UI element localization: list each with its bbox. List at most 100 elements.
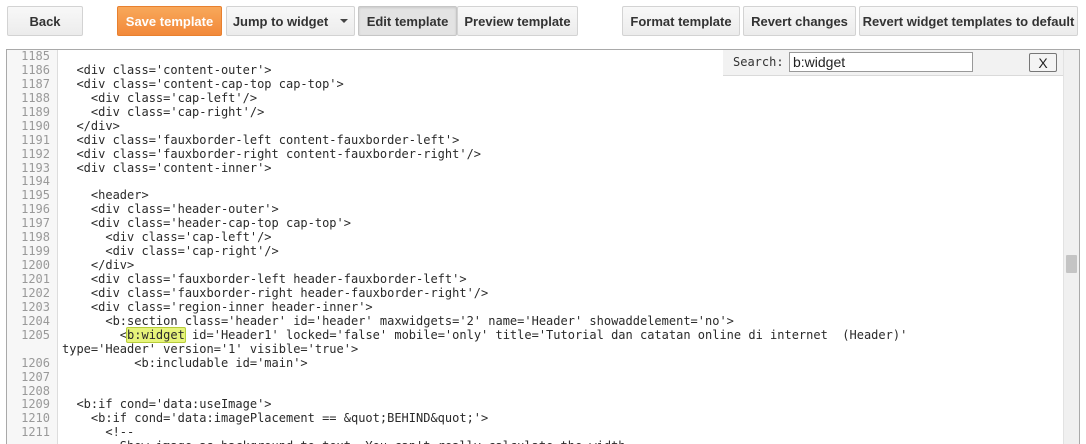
code-text: <header> [62, 188, 149, 203]
line-number: 1185 [21, 49, 50, 63]
code-text: <div class='cap-left'/> [62, 230, 272, 245]
code-line: 1209 <b:if cond='data:useImage'> [7, 397, 1065, 412]
line-number: 1210 [21, 411, 50, 426]
line-number: 1204 [21, 313, 50, 328]
line-number: 1196 [21, 202, 50, 217]
line-number: 1208 [21, 383, 50, 398]
line-number: 1206 [21, 355, 50, 370]
code-text: <div class='header-cap-top cap-top'> [62, 216, 351, 231]
search-input[interactable] [789, 52, 973, 72]
code-line: 1200 </div> [7, 258, 1065, 273]
preview-template-button[interactable]: Preview template [457, 6, 578, 36]
code-line: 1205 <b:widget id='Header1' locked='fals… [7, 326, 1065, 343]
revert-widget-templates-button[interactable]: Revert widget templates to default [859, 6, 1078, 36]
format-template-button[interactable]: Format template [622, 6, 740, 36]
code-text-after-match: id='Header1' locked='false' mobile='only… [184, 327, 908, 342]
line-number: 1189 [21, 104, 50, 119]
code-text: </div> [62, 118, 120, 133]
code-line: 1194 [7, 174, 1065, 189]
code-line: 1211 <!-- [7, 425, 1065, 440]
line-number: 1191 [21, 132, 50, 147]
save-template-button[interactable]: Save template [117, 6, 222, 36]
code-text: <div class='fauxborder-left content-faux… [62, 132, 460, 147]
line-number: 1194 [21, 174, 50, 189]
code-line: 1206 <b:includable id='main'> [7, 355, 1065, 371]
code-text: type='Header' version='1' visible='true'… [62, 341, 359, 356]
code-text: <div class='header-outer'> [62, 202, 279, 217]
code-line: 1197 <div class='header-cap-top cap-top'… [7, 216, 1065, 231]
close-icon: X [1038, 54, 1048, 71]
line-number: 1188 [21, 90, 50, 105]
line-number: 1186 [21, 62, 50, 77]
code-text: <b:includable id='main'> [62, 355, 308, 370]
line-number: 1195 [21, 188, 50, 203]
code-text: <div class='region-inner header-inner'> [62, 299, 373, 314]
search-bar: Search: X [723, 50, 1063, 76]
line-number: 1193 [21, 160, 50, 175]
code-line: 1193 <div class='content-inner'> [7, 160, 1065, 176]
code-text-before-match: < [62, 327, 128, 342]
code-text: Show image as background to text. You ca… [62, 439, 626, 444]
code-text: <div class='cap-left'/> [62, 90, 258, 105]
line-number: 1192 [21, 146, 50, 161]
code-line: 1201 <div class='fauxborder-left header-… [7, 272, 1065, 287]
code-text: <div class='fauxborder-right header-faux… [62, 285, 489, 300]
code-line: 1203 <div class='region-inner header-inn… [7, 299, 1065, 315]
line-number: 1198 [21, 230, 50, 245]
editor-toolbar: Back Save template Jump to widget Edit t… [0, 0, 1086, 46]
code-text: <div class='cap-right'/> [62, 244, 279, 259]
chevron-down-icon [340, 19, 349, 23]
code-line: 1192 <div class='fauxborder-right conten… [7, 146, 1065, 162]
line-number: 1201 [21, 272, 50, 286]
line-number: 1190 [21, 118, 50, 133]
code-line: 1199 <div class='cap-right'/> [7, 244, 1065, 259]
code-line: 1208 [7, 383, 1065, 399]
code-line: 1207 [7, 369, 1065, 385]
code-line: 1202 <div class='fauxborder-right header… [7, 285, 1065, 301]
code-line: 1196 <div class='header-outer'> [7, 202, 1065, 217]
vertical-scrollbar[interactable] [1063, 50, 1079, 444]
line-number: 1202 [21, 285, 50, 300]
code-text: <b:if cond='data:imagePlacement == &quot… [62, 411, 489, 426]
code-text: <div class='content-cap-top cap-top'> [62, 76, 344, 91]
code-line: type='Header' version='1' visible='true'… [7, 341, 1065, 357]
line-number: 1205 [21, 327, 50, 342]
code-text: <b:if cond='data:useImage'> [62, 397, 272, 412]
edit-template-button[interactable]: Edit template [358, 6, 457, 36]
line-number: 1209 [21, 397, 50, 412]
line-number: 1199 [21, 244, 50, 259]
code-text: <div class='fauxborder-right content-fau… [62, 146, 482, 161]
search-label: Search: [733, 55, 784, 69]
line-number: 1203 [21, 299, 50, 314]
code-text: <div class='fauxborder-left header-fauxb… [62, 272, 467, 286]
search-match-highlight: b:widget [126, 326, 186, 343]
code-line: 1191 <div class='fauxborder-left content… [7, 132, 1065, 148]
code-editor[interactable]: 1185 1186 <div class='content-outer'> 1187… [6, 49, 1080, 444]
code-line: 1190 </div> [7, 118, 1065, 134]
code-area[interactable]: 1185 1186 <div class='content-outer'> 1187… [7, 50, 1065, 444]
code-line: 1188 <div class='cap-left'/> [7, 90, 1065, 106]
code-line: Show image as background to text. You ca… [7, 439, 1065, 444]
code-text: <div class='cap-right'/> [62, 104, 265, 119]
revert-changes-button[interactable]: Revert changes [743, 6, 856, 36]
code-line: 1187 <div class='content-cap-top cap-top… [7, 76, 1065, 92]
line-number: 1197 [21, 216, 50, 231]
code-line: 1189 <div class='cap-right'/> [7, 104, 1065, 120]
code-text: <div class='content-outer'> [62, 62, 272, 77]
code-text: <!-- [62, 425, 135, 440]
code-line: 1198 <div class='cap-left'/> [7, 230, 1065, 245]
code-text: <b:widget id='Header1' locked='false' mo… [62, 326, 908, 343]
code-text: <div class='content-inner'> [62, 160, 272, 175]
code-line: 1195 <header> [7, 188, 1065, 203]
close-search-button[interactable]: X [1029, 53, 1057, 72]
line-number: 1207 [21, 369, 50, 384]
scrollbar-thumb[interactable] [1066, 255, 1077, 273]
jump-to-widget-dropdown[interactable]: Jump to widget [226, 6, 355, 36]
line-number: 1200 [21, 258, 50, 273]
jump-to-widget-label: Jump to widget [232, 13, 329, 29]
line-number: 1187 [21, 76, 50, 91]
line-number: 1211 [21, 425, 50, 440]
back-button[interactable]: Back [7, 6, 83, 36]
code-text: </div> [62, 258, 135, 273]
code-line: 1210 <b:if cond='data:imagePlacement == … [7, 411, 1065, 426]
